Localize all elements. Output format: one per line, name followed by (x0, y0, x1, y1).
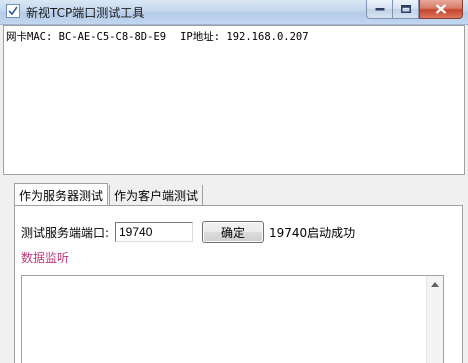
network-info-area[interactable]: 网卡MAC: BC-AE-C5-C8-8D-E9 IP地址: 192.168.0.… (3, 25, 465, 175)
window-title: 新视TCP端口测试工具 (26, 6, 145, 20)
server-test-panel: 测试服务端端口: 确定 19740启动成功 数据监听 (14, 205, 463, 363)
mac-label: 网卡MAC: (6, 31, 53, 43)
vertical-scrollbar[interactable] (426, 276, 443, 363)
minimize-button[interactable] (366, 0, 393, 19)
ip-value: 192.168.0.207 (226, 31, 309, 43)
network-info-line: 网卡MAC: BC-AE-C5-C8-8D-E9 IP地址: 192.168.0.… (6, 29, 309, 44)
title-bar[interactable]: 新视TCP端口测试工具 (0, 0, 468, 25)
checkmark-icon[interactable] (6, 4, 20, 18)
app-window: 新视TCP端口测试工具 网卡MAC: BC-AE-C5-C8-8D-E9 IP地址… (0, 0, 468, 363)
scroll-up-button[interactable] (427, 276, 443, 293)
chevron-up-icon (431, 282, 439, 287)
monitor-label: 数据监听 (21, 251, 70, 265)
close-icon (435, 4, 447, 14)
minimize-icon (375, 8, 384, 11)
status-text: 19740启动成功 (269, 226, 356, 240)
confirm-button[interactable]: 确定 (202, 221, 264, 243)
data-monitor-textarea[interactable] (21, 275, 444, 363)
port-label: 测试服务端端口: (21, 226, 110, 240)
tab-server-test[interactable]: 作为服务器测试 (14, 183, 109, 205)
maximize-icon (400, 5, 411, 13)
maximize-button[interactable] (393, 0, 419, 19)
ip-label: IP地址: (180, 31, 221, 43)
tab-client-test[interactable]: 作为客户端测试 (109, 185, 204, 205)
mac-value: BC-AE-C5-C8-8D-E9 (58, 31, 167, 43)
close-button[interactable] (419, 0, 463, 19)
port-input[interactable] (115, 222, 193, 242)
